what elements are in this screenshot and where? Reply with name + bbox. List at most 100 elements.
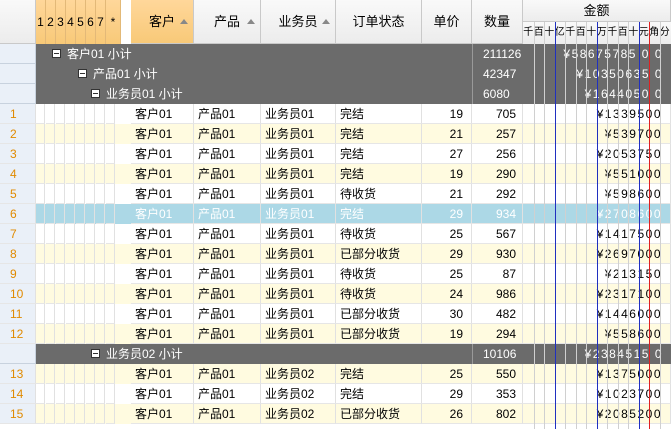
column-header-unit-price[interactable]: 单价 [422,0,472,44]
sort-icon[interactable] [180,19,188,24]
customer-cell[interactable]: 客户01 [131,284,194,304]
customer-cell[interactable]: 客户01 [131,164,194,184]
row-number[interactable]: 14 [0,384,36,404]
salesperson-cell[interactable]: 业务员01 [261,184,336,204]
order-status-cell[interactable]: 待收货 [336,184,422,204]
product-cell[interactable]: 产品01 [194,124,261,144]
quantity-cell[interactable]: 256 [472,144,523,164]
salesperson-cell[interactable]: 业务员01 [261,264,336,284]
product-cell[interactable]: 产品01 [194,304,261,324]
row-number[interactable]: 12 [0,324,36,344]
salesperson-cell[interactable]: 业务员02 [261,364,336,384]
unit-price-cell[interactable]: 29 [422,384,472,404]
unit-price-cell[interactable]: 21 [422,124,472,144]
row-number[interactable]: 11 [0,304,36,324]
quantity-cell[interactable]: 930 [472,244,523,264]
order-status-cell[interactable]: 待收货 [336,284,422,304]
product-cell[interactable]: 产品01 [194,264,261,284]
table-row[interactable]: 8 客户01 产品01 业务员01 已部分收货 29 930 ¥2697000 [0,244,671,264]
unit-price-cell[interactable]: 19 [422,324,472,344]
column-header-order-status[interactable]: 订单状态 [336,0,422,44]
customer-cell[interactable]: 客户01 [131,264,194,284]
unit-price-cell[interactable]: 25 [422,264,472,284]
row-number[interactable]: 2 [0,124,36,144]
table-row[interactable]: 1 客户01 产品01 业务员01 完结 19 705 ¥1339500 [0,104,671,124]
quantity-cell[interactable]: 6080 [472,84,523,104]
unit-price-cell[interactable]: 25 [422,364,472,384]
row-number[interactable]: 15 [0,404,36,424]
column-header-customer[interactable]: 客户 [131,0,194,44]
table-row[interactable]: 3 客户01 产品01 业务员01 完结 27 256 ¥2053750 [0,144,671,164]
order-status-cell[interactable]: 完结 [336,124,422,144]
quantity-cell[interactable]: 42347 [472,64,523,84]
salesperson-cell[interactable]: 业务员01 [261,164,336,184]
collapse-icon[interactable] [91,349,100,359]
row-number[interactable]: 8 [0,244,36,264]
customer-cell[interactable]: 客户01 [131,384,194,404]
row-number[interactable] [0,344,36,364]
level-button-3[interactable]: 3 [56,0,66,44]
row-number[interactable]: 13 [0,364,36,384]
unit-price-cell[interactable]: 24 [422,284,472,304]
unit-price-cell[interactable]: 19 [422,104,472,124]
subtotal-row[interactable]: 客户01 小计 211126 ¥58675785 0 0 [0,44,671,65]
row-number[interactable] [0,64,36,84]
unit-price-cell[interactable]: 21 [422,184,472,204]
sort-icon[interactable] [322,19,330,24]
customer-cell[interactable]: 客户01 [131,304,194,324]
order-status-cell[interactable]: 待收货 [336,224,422,244]
level-button-7[interactable]: 7 [96,0,106,44]
product-cell[interactable]: 产品01 [194,164,261,184]
quantity-cell[interactable]: 290 [472,164,523,184]
order-status-cell[interactable]: 待收货 [336,264,422,284]
quantity-cell[interactable]: 550 [472,364,523,384]
level-button-5[interactable]: 5 [76,0,86,44]
quantity-cell[interactable]: 211126 [472,44,523,64]
quantity-cell[interactable]: 934 [472,204,523,224]
level-button-6[interactable]: 6 [86,0,96,44]
column-header-product[interactable]: 产品 [194,0,261,44]
row-number[interactable] [0,44,36,64]
subtotal-row[interactable]: 产品01 小计 42347 ¥10350635 0 [0,64,671,85]
product-cell[interactable]: 产品01 [194,384,261,404]
order-status-cell[interactable]: 完结 [336,144,422,164]
row-number[interactable]: 10 [0,284,36,304]
unit-price-cell[interactable]: 29 [422,244,472,264]
product-cell[interactable]: 产品01 [194,104,261,124]
customer-cell[interactable]: 客户01 [131,404,194,424]
quantity-cell[interactable]: 482 [472,304,523,324]
salesperson-cell[interactable]: 业务员02 [261,384,336,404]
product-cell[interactable]: 产品01 [194,324,261,344]
row-number[interactable]: 5 [0,184,36,204]
column-header-quantity[interactable]: 数量 [472,0,523,44]
salesperson-cell[interactable]: 业务员02 [261,404,336,424]
salesperson-cell[interactable]: 业务员01 [261,244,336,264]
subtotal-row[interactable]: 业务员01 小计 6080 ¥1644050 0 [0,84,671,105]
quantity-cell[interactable]: 353 [472,384,523,404]
product-cell[interactable]: 产品01 [194,284,261,304]
unit-price-cell[interactable]: 19 [422,164,472,184]
salesperson-cell[interactable]: 业务员01 [261,224,336,244]
row-number[interactable]: 9 [0,264,36,284]
product-cell[interactable]: 产品01 [194,244,261,264]
order-status-cell[interactable]: 完结 [336,164,422,184]
table-row[interactable]: 7 客户01 产品01 业务员01 待收货 25 567 ¥1417500 [0,224,671,244]
order-status-cell[interactable]: 已部分收货 [336,404,422,424]
row-number[interactable]: 6 [0,204,36,224]
customer-cell[interactable]: 客户01 [131,324,194,344]
salesperson-cell[interactable]: 业务员01 [261,144,336,164]
customer-cell[interactable]: 客户01 [131,104,194,124]
table-row[interactable]: 5 客户01 产品01 业务员01 待收货 21 292 ¥598600 [0,184,671,204]
quantity-cell[interactable]: 87 [472,264,523,284]
customer-cell[interactable]: 客户01 [131,204,194,224]
table-row[interactable]: 9 客户01 产品01 业务员01 待收货 25 87 ¥213150 [0,264,671,284]
table-row[interactable]: 11 客户01 产品01 业务员01 已部分收货 30 482 ¥1446000 [0,304,671,324]
order-status-cell[interactable]: 完结 [336,204,422,224]
product-cell[interactable]: 产品01 [194,184,261,204]
table-row[interactable]: 14 客户01 产品01 业务员02 完结 29 353 ¥1023700 [0,384,671,404]
quantity-cell[interactable]: 294 [472,324,523,344]
table-row[interactable]: 4 客户01 产品01 业务员01 完结 19 290 ¥551000 [0,164,671,184]
order-status-cell[interactable]: 已部分收货 [336,244,422,264]
quantity-cell[interactable]: 802 [472,404,523,424]
customer-cell[interactable]: 客户01 [131,124,194,144]
